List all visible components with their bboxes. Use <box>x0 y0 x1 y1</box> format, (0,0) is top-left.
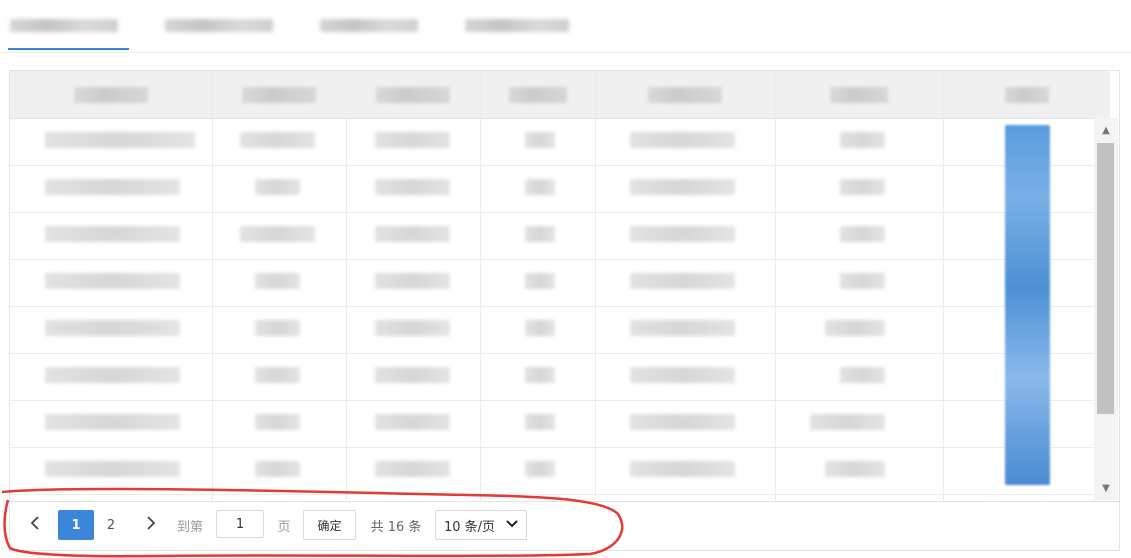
table-row[interactable] <box>10 353 1095 401</box>
page-unit-label: 页 <box>277 519 291 535</box>
column-header-2 <box>212 71 346 118</box>
data-table <box>9 70 1120 502</box>
next-page-button[interactable] <box>140 510 162 540</box>
operation-column-links[interactable] <box>1005 125 1050 485</box>
table-row[interactable] <box>10 306 1095 354</box>
active-tab-indicator <box>8 48 129 50</box>
chevron-right-icon <box>145 515 157 535</box>
total-count: 共 16 条 <box>370 519 422 535</box>
goto-page-input[interactable] <box>216 510 264 538</box>
scroll-down-arrow-icon[interactable]: ▼ <box>1094 478 1118 498</box>
prev-page-button[interactable] <box>24 510 46 540</box>
tab-2[interactable] <box>165 0 275 50</box>
table-row[interactable] <box>10 259 1095 307</box>
vertical-scrollbar[interactable]: ▲ ▼ <box>1094 118 1118 500</box>
table-header <box>10 71 1110 119</box>
table-row[interactable] <box>10 118 1095 166</box>
page-size-select[interactable]: 10 条/页 <box>435 510 527 540</box>
pagination: 1 2 到第 页 确定 共 16 条 10 条/页 <box>9 500 1120 551</box>
goto-confirm-button[interactable]: 确定 <box>303 510 356 540</box>
tab-1[interactable] <box>8 0 129 50</box>
column-header-6 <box>775 71 943 118</box>
column-header-3 <box>346 71 480 118</box>
column-header-5 <box>595 71 775 118</box>
table-row[interactable] <box>10 165 1095 213</box>
chevron-left-icon <box>29 515 41 535</box>
column-header-4 <box>480 71 595 118</box>
scrollbar-thumb[interactable] <box>1097 143 1114 414</box>
table-row[interactable] <box>10 447 1095 495</box>
column-header-1 <box>10 71 212 118</box>
page-size-value: 10 条/页 <box>444 519 496 535</box>
tab-4[interactable] <box>465 0 570 50</box>
tab-3[interactable] <box>320 0 420 50</box>
chevron-down-icon <box>506 518 518 532</box>
column-header-7 <box>943 71 1110 118</box>
table-row[interactable] <box>10 400 1095 448</box>
tab-bar <box>0 0 1131 53</box>
page-button-2[interactable]: 2 <box>98 510 124 540</box>
table-row[interactable] <box>10 212 1095 260</box>
goto-label: 到第 <box>176 519 203 535</box>
page-button-1[interactable]: 1 <box>58 510 94 540</box>
scroll-up-arrow-icon[interactable]: ▲ <box>1094 120 1118 140</box>
